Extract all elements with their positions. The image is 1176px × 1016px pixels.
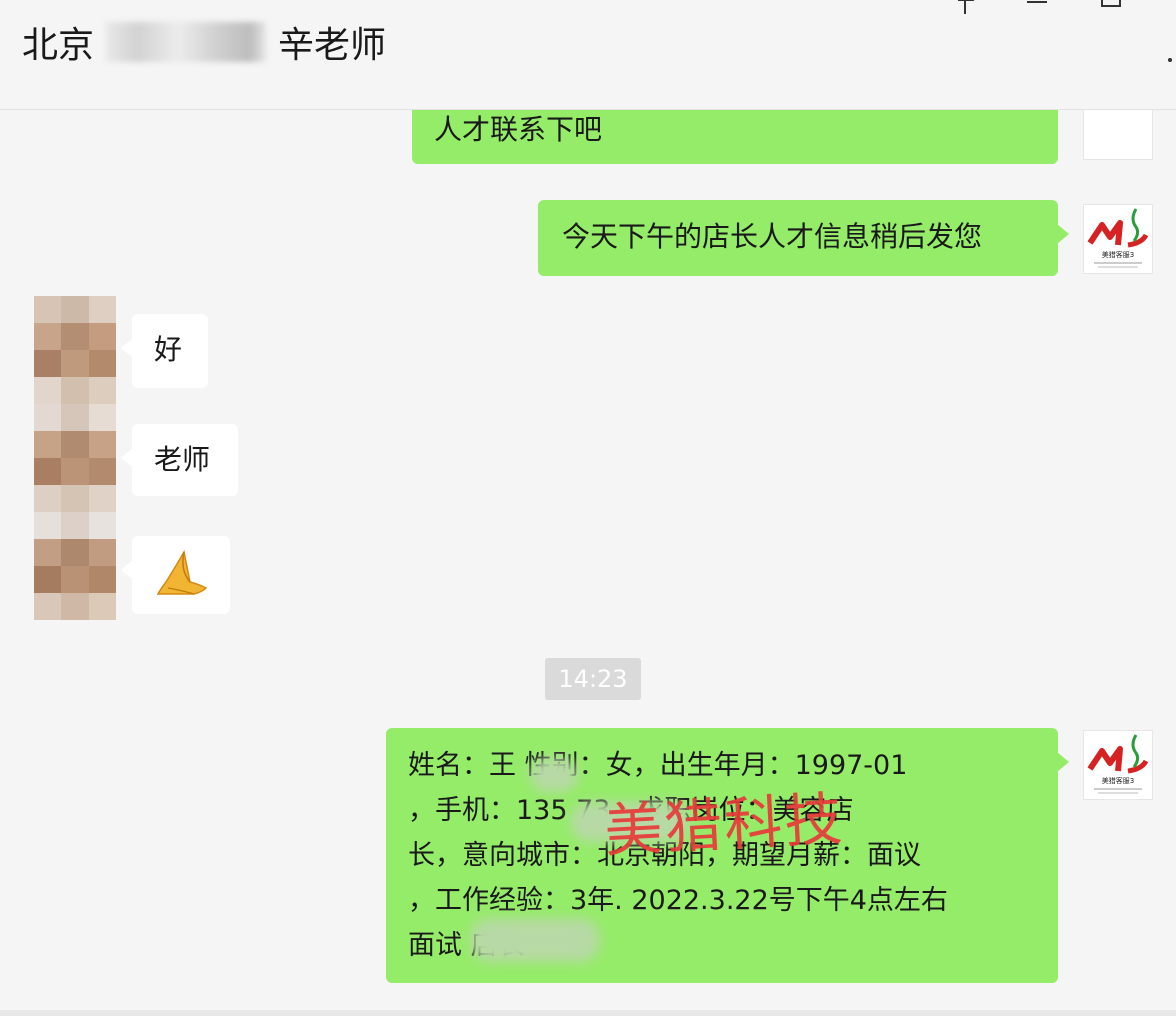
brand-logo-icon: 美猎客服3: [1087, 208, 1149, 268]
message-bubble[interactable]: 好: [121, 314, 208, 388]
chat-title-suffix: 辛老师: [278, 25, 387, 66]
message-bubble[interactable]: [121, 536, 230, 614]
chat-header: 北京 辛老师: [0, 0, 1176, 110]
message-bubble[interactable]: 人才联系下吧: [412, 110, 1058, 164]
sender-avatar[interactable]: 美猎客服3: [1083, 204, 1153, 274]
sender-avatar[interactable]: [1083, 110, 1153, 160]
bottom-divider: [0, 1010, 1176, 1016]
contact-avatar[interactable]: [34, 296, 116, 404]
contact-avatar[interactable]: [34, 404, 116, 512]
contact-avatar[interactable]: [34, 512, 116, 620]
timestamp: 14:23: [545, 658, 641, 700]
message-list[interactable]: 人才联系下吧 今天下午的店长人才信息稍后发您 美猎客服3 好 老师 14:23 …: [0, 110, 1176, 1016]
chat-title: 北京 辛老师: [22, 18, 386, 66]
more-dot-icon[interactable]: [1168, 58, 1172, 62]
brand-logo-icon: 美猎客服3: [1087, 734, 1149, 794]
redaction-blur: [530, 758, 578, 792]
pin-icon[interactable]: [952, 0, 978, 14]
message-line: ，工作经验：3年. 2022.3.22号下午4点左右: [408, 885, 948, 916]
message-text: 好: [154, 333, 183, 366]
minimize-icon[interactable]: [1024, 0, 1050, 14]
logo-caption: 美猎客服3: [1102, 250, 1134, 259]
message-text: 今天下午的店长人才信息稍后发您: [562, 220, 983, 253]
message-bubble[interactable]: 今天下午的店长人才信息稍后发您: [538, 200, 1069, 276]
message-bubble[interactable]: 老师: [121, 424, 238, 496]
pray-hands-icon: [156, 549, 208, 595]
redaction-blur: [470, 918, 600, 962]
watermark: 美猎科技: [602, 784, 846, 866]
message-text: 老师: [154, 443, 211, 476]
message-text: 人才联系下吧: [434, 113, 603, 146]
maximize-icon[interactable]: [1098, 0, 1124, 14]
sender-avatar[interactable]: 美猎客服3: [1083, 730, 1153, 800]
chat-title-prefix: 北京: [22, 25, 95, 66]
redacted-name: [106, 22, 267, 62]
logo-caption: 美猎客服3: [1102, 776, 1134, 785]
